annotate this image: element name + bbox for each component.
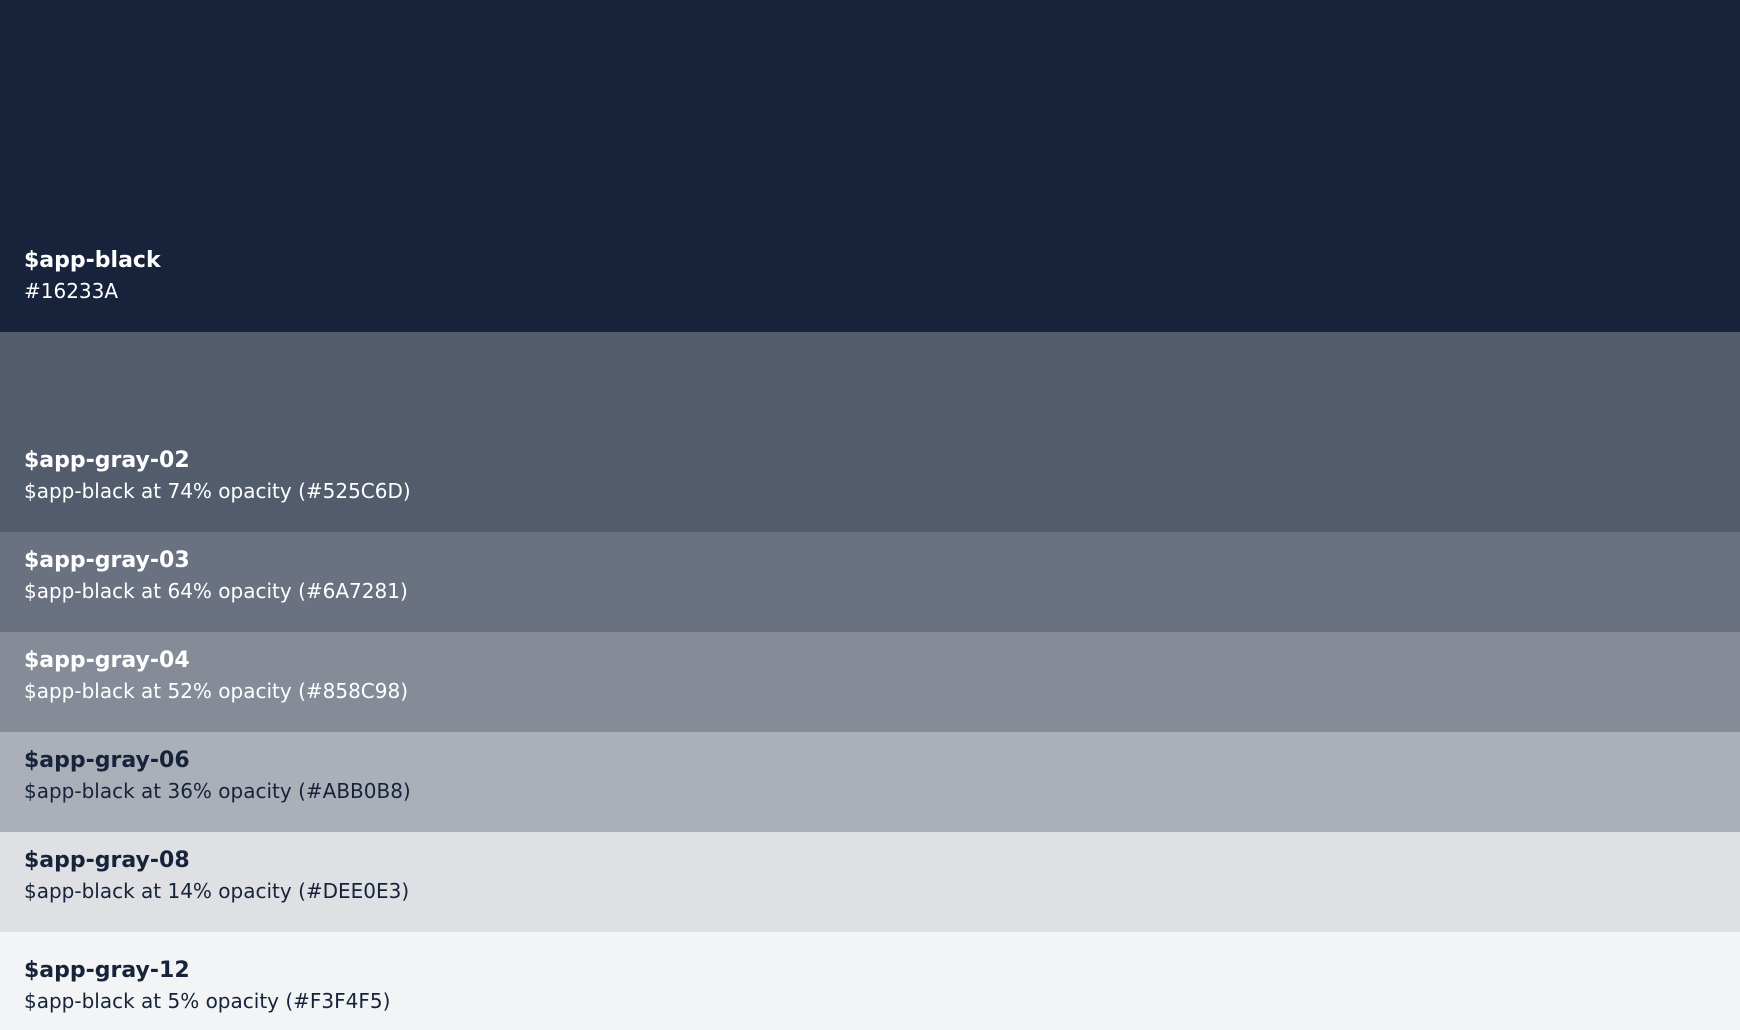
swatch-app-black: $app-black #16233A (0, 0, 1740, 332)
swatch-labels: $app-gray-06 $app-black at 36% opacity (… (24, 746, 411, 806)
swatch-app-gray-04: $app-gray-04 $app-black at 52% opacity (… (0, 632, 1740, 732)
swatch-description: #16233A (24, 279, 119, 303)
swatch-labels: $app-gray-02 $app-black at 74% opacity (… (24, 446, 411, 506)
swatch-app-gray-06: $app-gray-06 $app-black at 36% opacity (… (0, 732, 1740, 832)
swatch-labels: $app-gray-04 $app-black at 52% opacity (… (24, 646, 408, 706)
swatch-name: $app-black (24, 248, 161, 273)
swatch-description: $app-black at 14% opacity (#DEE0E3) (24, 879, 410, 903)
swatch-description: $app-black at 64% opacity (#6A7281) (24, 579, 408, 603)
color-palette: $app-black #16233A $app-gray-02 $app-bla… (0, 0, 1740, 1030)
swatch-name: $app-gray-08 (24, 848, 190, 873)
swatch-name: $app-gray-03 (24, 548, 190, 573)
swatch-labels: $app-gray-08 $app-black at 14% opacity (… (24, 846, 409, 906)
swatch-app-gray-08: $app-gray-08 $app-black at 14% opacity (… (0, 832, 1740, 932)
swatch-name: $app-gray-06 (24, 748, 190, 773)
swatch-description: $app-black at 5% opacity (#F3F4F5) (24, 989, 391, 1013)
swatch-description: $app-black at 52% opacity (#858C98) (24, 679, 409, 703)
swatch-app-gray-02: $app-gray-02 $app-black at 74% opacity (… (0, 332, 1740, 532)
swatch-labels: $app-gray-03 $app-black at 64% opacity (… (24, 546, 408, 606)
swatch-name: $app-gray-04 (24, 648, 190, 673)
swatch-name: $app-gray-02 (24, 448, 190, 473)
swatch-description: $app-black at 74% opacity (#525C6D) (24, 479, 411, 503)
swatch-labels: $app-gray-12 $app-black at 5% opacity (#… (24, 956, 390, 1016)
swatch-app-gray-03: $app-gray-03 $app-black at 64% opacity (… (0, 532, 1740, 632)
swatch-app-gray-12: $app-gray-12 $app-black at 5% opacity (#… (0, 932, 1740, 1030)
swatch-name: $app-gray-12 (24, 958, 190, 983)
swatch-description: $app-black at 36% opacity (#ABB0B8) (24, 779, 411, 803)
swatch-labels: $app-black #16233A (24, 246, 161, 306)
